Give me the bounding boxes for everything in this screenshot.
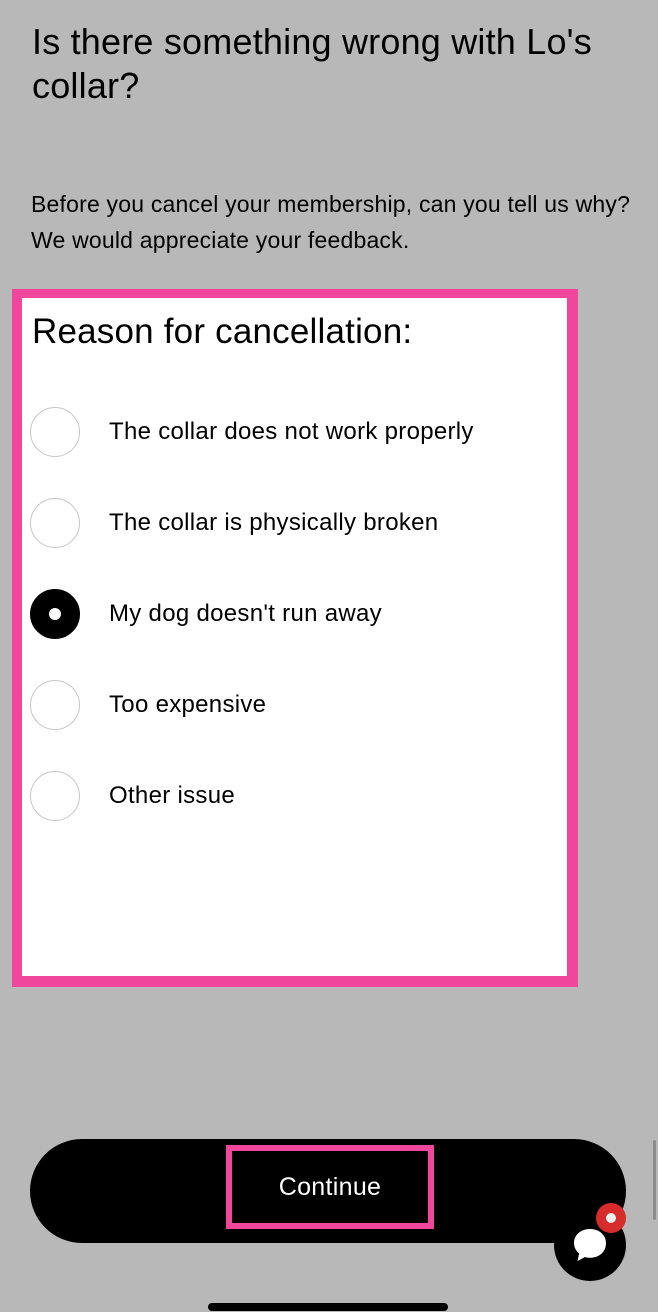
continue-button[interactable]: Continue <box>30 1139 626 1243</box>
continue-label: Continue <box>226 1145 434 1229</box>
reason-option-too-expensive[interactable]: Too expensive <box>30 677 560 733</box>
notification-dot <box>596 1203 626 1233</box>
home-indicator <box>208 1303 448 1311</box>
radio-button[interactable] <box>30 771 80 821</box>
reason-card: Reason for cancellation: The collar does… <box>22 298 567 976</box>
reason-option-label: The collar does not work properly <box>109 418 474 445</box>
reason-option-not-working[interactable]: The collar does not work properly <box>30 404 560 460</box>
radio-button[interactable] <box>30 680 80 730</box>
radio-button[interactable] <box>30 407 80 457</box>
reason-option-other[interactable]: Other issue <box>30 768 560 824</box>
reason-option-label: My dog doesn't run away <box>109 600 382 627</box>
radio-button-selected[interactable] <box>30 589 80 639</box>
page-subtitle: Before you cancel your membership, can y… <box>31 191 631 253</box>
reason-heading: Reason for cancellation: <box>32 312 413 351</box>
reason-option-label: Too expensive <box>109 691 267 718</box>
reason-option-label: The collar is physically broken <box>109 509 439 536</box>
radio-button[interactable] <box>30 498 80 548</box>
scrollbar[interactable] <box>653 1140 656 1220</box>
chat-bubble-icon <box>574 1229 606 1261</box>
page-title: Is there something wrong with Lo's colla… <box>32 21 592 106</box>
reason-option-dog-doesnt-run[interactable]: My dog doesn't run away <box>30 586 560 642</box>
reason-option-broken[interactable]: The collar is physically broken <box>30 495 560 551</box>
reason-option-label: Other issue <box>109 782 236 809</box>
